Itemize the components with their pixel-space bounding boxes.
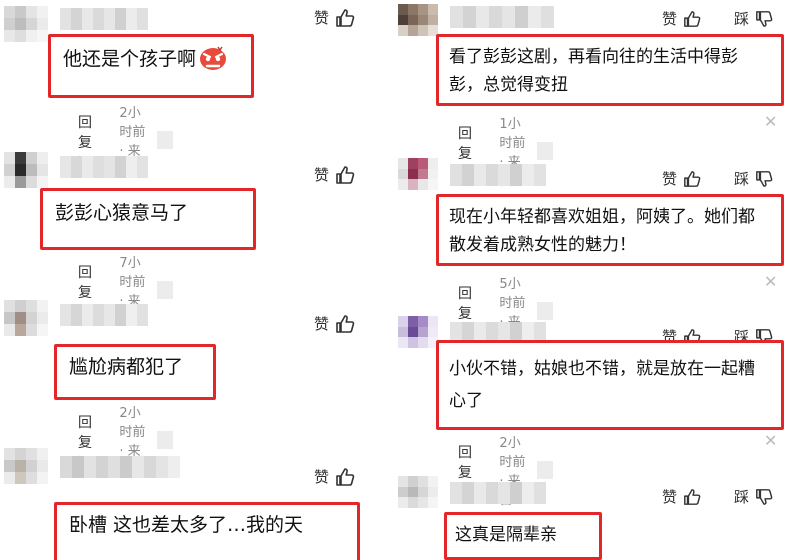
- close-icon[interactable]: ✕: [764, 431, 777, 450]
- blurred-source: [157, 431, 173, 449]
- blurred-source: [537, 302, 553, 320]
- like-button[interactable]: 赞: [314, 466, 355, 487]
- column-divider: [382, 0, 388, 560]
- comment-text: 卧槽 这也差太多了…我的天: [69, 514, 304, 536]
- highlighted-comment-text: 看了彭彭这剧，再看向往的生活中得彭彭，总觉得变扭: [436, 34, 784, 106]
- like-button[interactable]: 赞: [314, 313, 355, 334]
- avatar[interactable]: [398, 316, 438, 348]
- dislike-button[interactable]: 踩: [734, 168, 773, 189]
- comment-text: 小伙不错，姑娘也不错，就是放在一起糟心了: [449, 359, 755, 411]
- dislike-label: 踩: [734, 170, 750, 188]
- avatar[interactable]: [4, 152, 48, 188]
- thumbs-up-icon: [335, 314, 355, 334]
- like-label: 赞: [662, 10, 678, 28]
- username[interactable]: [60, 304, 148, 326]
- highlighted-comment-text: 他还是个孩子啊: [48, 34, 254, 98]
- highlighted-comment-text: 这真是隔辈亲: [444, 512, 602, 560]
- like-button[interactable]: 赞: [314, 7, 355, 28]
- like-button[interactable]: 赞: [314, 164, 355, 185]
- close-icon[interactable]: ✕: [764, 272, 777, 291]
- username[interactable]: [60, 456, 180, 478]
- close-icon[interactable]: ✕: [764, 112, 777, 131]
- angry-face-icon: [198, 45, 228, 71]
- thumbs-up-icon: [683, 170, 701, 188]
- blurred-source: [157, 281, 173, 299]
- like-label: 赞: [314, 9, 330, 27]
- comment-text: 现在小年轻都喜欢姐姐，阿姨了。她们都散发着成熟女性的魅力！: [449, 207, 755, 255]
- comment-text: 这真是隔辈亲: [455, 525, 557, 545]
- thumbs-up-icon: [335, 8, 355, 28]
- like-button[interactable]: 赞: [662, 168, 701, 189]
- highlighted-comment-text: 卧槽 这也差太多了…我的天: [54, 502, 360, 560]
- like-label: 赞: [662, 170, 678, 188]
- avatar[interactable]: [398, 476, 438, 508]
- username[interactable]: [450, 482, 546, 504]
- dislike-button[interactable]: 踩: [734, 486, 773, 507]
- blurred-source: [157, 131, 173, 149]
- thumbs-down-icon: [755, 10, 773, 28]
- highlighted-comment-text: 彭彭心猿意马了: [40, 188, 256, 250]
- username[interactable]: [450, 164, 546, 186]
- comment-screenshot: 赞 他还是个孩子啊 回复 > 2小时前 · 来自 赞: [0, 0, 792, 560]
- highlighted-comment-text: 小伙不错，姑娘也不错，就是放在一起糟心了: [436, 340, 784, 430]
- like-button[interactable]: 赞: [662, 486, 701, 507]
- thumbs-up-icon: [683, 488, 701, 506]
- like-label: 赞: [314, 315, 330, 333]
- like-label: 赞: [662, 488, 678, 506]
- thumbs-up-icon: [683, 10, 701, 28]
- username[interactable]: [60, 156, 148, 178]
- avatar[interactable]: [4, 300, 48, 336]
- comment-text: 看了彭彭这剧，再看向往的生活中得彭彭，总觉得变扭: [449, 47, 738, 95]
- comment-text: 彭彭心猿意马了: [55, 202, 189, 224]
- highlighted-comment-text: 尴尬病都犯了: [54, 344, 216, 400]
- username[interactable]: [60, 8, 148, 30]
- thumbs-down-icon: [755, 488, 773, 506]
- avatar[interactable]: [398, 158, 438, 190]
- blurred-source: [537, 142, 553, 160]
- highlighted-comment-text: 现在小年轻都喜欢姐姐，阿姨了。她们都散发着成熟女性的魅力！: [436, 194, 784, 266]
- thumbs-down-icon: [755, 170, 773, 188]
- like-label: 赞: [314, 166, 330, 184]
- avatar[interactable]: [398, 4, 438, 36]
- dislike-label: 踩: [734, 488, 750, 506]
- thumbs-up-icon: [335, 165, 355, 185]
- avatar[interactable]: [4, 6, 48, 42]
- comment-text: 他还是个孩子啊: [63, 48, 197, 70]
- avatar[interactable]: [4, 448, 48, 484]
- blurred-source: [537, 461, 553, 479]
- thumbs-up-icon: [335, 467, 355, 487]
- dislike-label: 踩: [734, 10, 750, 28]
- like-label: 赞: [314, 468, 330, 486]
- comment-text: 尴尬病都犯了: [69, 356, 184, 378]
- dislike-button[interactable]: 踩: [734, 8, 773, 29]
- like-button[interactable]: 赞: [662, 8, 701, 29]
- username[interactable]: [450, 6, 554, 28]
